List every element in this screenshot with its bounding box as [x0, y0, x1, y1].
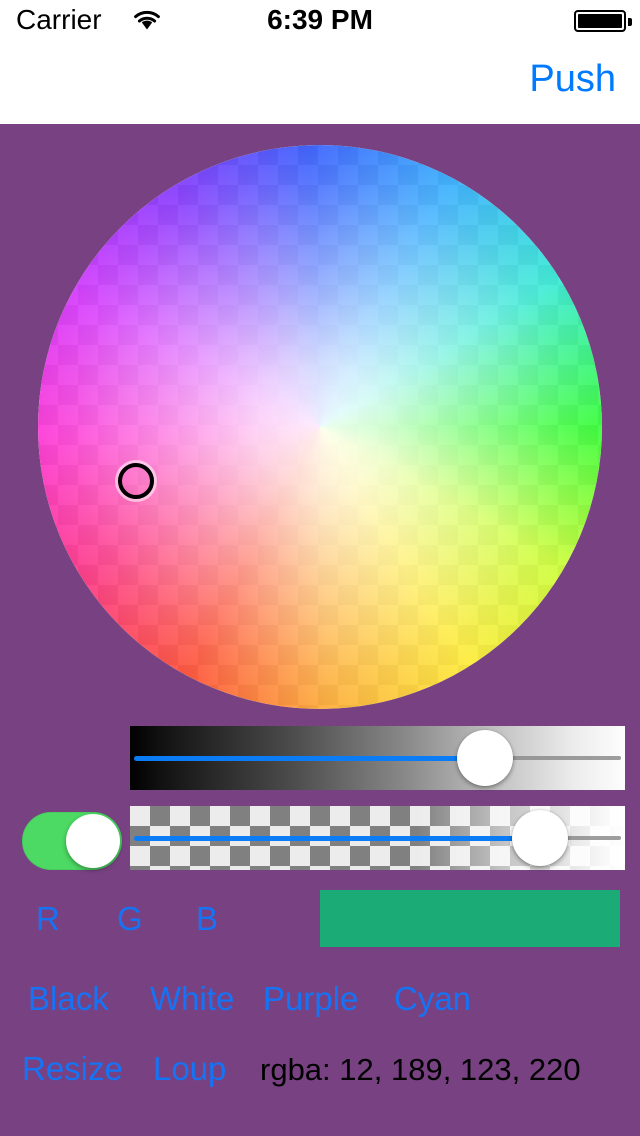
alpha-slider-filled-track	[134, 836, 540, 841]
push-button[interactable]: Push	[523, 56, 622, 102]
preset-purple-button[interactable]: Purple	[263, 982, 358, 1015]
brightness-slider-thumb[interactable]	[457, 730, 513, 786]
color-wheel-indicator[interactable]	[118, 463, 154, 499]
color-preview-swatch	[320, 890, 620, 947]
wheel-saturation-gradient	[38, 145, 602, 709]
alpha-enable-toggle[interactable]	[22, 812, 122, 870]
toggle-knob	[66, 814, 120, 868]
preset-cyan-button[interactable]: Cyan	[394, 982, 471, 1015]
preset-white-button[interactable]: White	[150, 982, 234, 1015]
status-time: 6:39 PM	[267, 4, 373, 35]
navigation-bar: Push	[0, 40, 640, 124]
brightness-slider[interactable]	[130, 726, 625, 790]
content-area: R G B Black White Purple Cyan Resize Lou…	[0, 124, 640, 1136]
color-wheel[interactable]	[38, 145, 602, 709]
status-bar: Carrier 6:39 PM	[0, 0, 640, 40]
battery-full-icon	[574, 10, 632, 32]
color-wheel-surface[interactable]	[38, 145, 602, 709]
alpha-slider-thumb[interactable]	[512, 810, 568, 866]
rgba-readout: rgba: 12, 189, 123, 220	[260, 1052, 581, 1087]
blue-channel-button[interactable]: B	[196, 902, 218, 935]
brightness-slider-filled-track	[134, 756, 486, 761]
green-channel-button[interactable]: G	[117, 902, 143, 935]
loupe-button[interactable]: Loup	[153, 1052, 226, 1085]
resize-button[interactable]: Resize	[22, 1052, 123, 1085]
preset-black-button[interactable]: Black	[28, 982, 109, 1015]
app-root: Carrier 6:39 PM Push R G B Black White P…	[0, 0, 640, 1136]
alpha-slider[interactable]	[130, 806, 625, 870]
red-channel-button[interactable]: R	[36, 902, 60, 935]
